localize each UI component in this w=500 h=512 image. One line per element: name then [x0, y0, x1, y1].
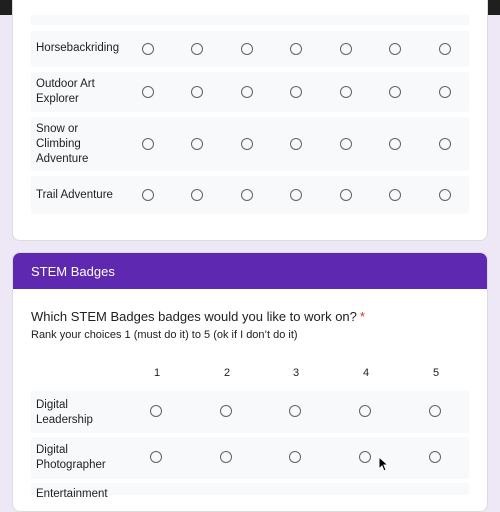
- radio-option[interactable]: [150, 405, 162, 417]
- grid-row-partial: [31, 15, 469, 25]
- radio-option[interactable]: [142, 86, 154, 98]
- mouse-cursor-icon: [378, 456, 388, 472]
- radio-option[interactable]: [340, 86, 352, 98]
- column-header: 1: [153, 367, 161, 379]
- radio-option[interactable]: [359, 451, 371, 463]
- radio-option[interactable]: [290, 43, 302, 55]
- radio-option[interactable]: [191, 86, 203, 98]
- row-label: Outdoor Art Explorer: [36, 78, 95, 105]
- grid-row-horsebackriding: Horsebackriding: [31, 31, 469, 67]
- grid-row-outdoor-art-explorer: Outdoor Art Explorer: [31, 72, 469, 112]
- radio-option[interactable]: [191, 189, 203, 201]
- radio-option[interactable]: [241, 189, 253, 201]
- question-text: Which STEM Badges badges would you like …: [31, 309, 357, 324]
- radio-option[interactable]: [429, 405, 441, 417]
- grid-row-digital-photographer: Digital Photographer: [31, 437, 469, 479]
- radio-option[interactable]: [290, 138, 302, 150]
- question-title: Which STEM Badges badges would you like …: [31, 309, 365, 324]
- radio-option[interactable]: [389, 86, 401, 98]
- row-label: Digital Photographer: [36, 444, 106, 471]
- radio-option[interactable]: [359, 405, 371, 417]
- row-label: Snow or Climbing Adventure: [36, 123, 89, 165]
- radio-option[interactable]: [241, 43, 253, 55]
- row-label: Trail Adventure: [36, 189, 113, 201]
- section-header: STEM Badges: [13, 253, 487, 289]
- radio-option[interactable]: [241, 138, 253, 150]
- question-description: Rank your choices 1 (must do it) to 5 (o…: [31, 329, 298, 341]
- radio-option[interactable]: [439, 189, 451, 201]
- column-header: 2: [223, 367, 231, 379]
- grid-row-snow-or-climbing: Snow or Climbing Adventure: [31, 117, 469, 171]
- radio-option[interactable]: [429, 451, 441, 463]
- radio-option[interactable]: [389, 138, 401, 150]
- radio-option[interactable]: [241, 86, 253, 98]
- radio-option[interactable]: [142, 43, 154, 55]
- radio-option[interactable]: [340, 189, 352, 201]
- radio-option[interactable]: [191, 43, 203, 55]
- radio-option[interactable]: [389, 189, 401, 201]
- grid-row-digital-leadership: Digital Leadership: [31, 391, 469, 433]
- row-label: Digital Leadership: [36, 399, 93, 426]
- required-asterisk: *: [359, 309, 365, 324]
- radio-option[interactable]: [289, 451, 301, 463]
- radio-option[interactable]: [389, 43, 401, 55]
- radio-option[interactable]: [290, 86, 302, 98]
- radio-option[interactable]: [439, 138, 451, 150]
- column-header: 3: [292, 367, 300, 379]
- grid-row-entertainment: Entertainment: [31, 483, 469, 500]
- radio-option[interactable]: [220, 405, 232, 417]
- radio-option[interactable]: [191, 138, 203, 150]
- radio-option[interactable]: [289, 405, 301, 417]
- row-label: Horsebackriding: [36, 42, 120, 54]
- radio-option[interactable]: [290, 189, 302, 201]
- radio-option[interactable]: [220, 451, 232, 463]
- section-title: STEM Badges: [31, 264, 115, 279]
- radio-option[interactable]: [439, 43, 451, 55]
- grid-row-trail-adventure: Trail Adventure: [31, 176, 469, 214]
- column-header: 4: [362, 367, 370, 379]
- radio-option[interactable]: [439, 86, 451, 98]
- radio-option[interactable]: [340, 138, 352, 150]
- column-header: 5: [432, 367, 440, 379]
- radio-option[interactable]: [142, 138, 154, 150]
- radio-option[interactable]: [150, 451, 162, 463]
- radio-option[interactable]: [142, 189, 154, 201]
- radio-option[interactable]: [340, 43, 352, 55]
